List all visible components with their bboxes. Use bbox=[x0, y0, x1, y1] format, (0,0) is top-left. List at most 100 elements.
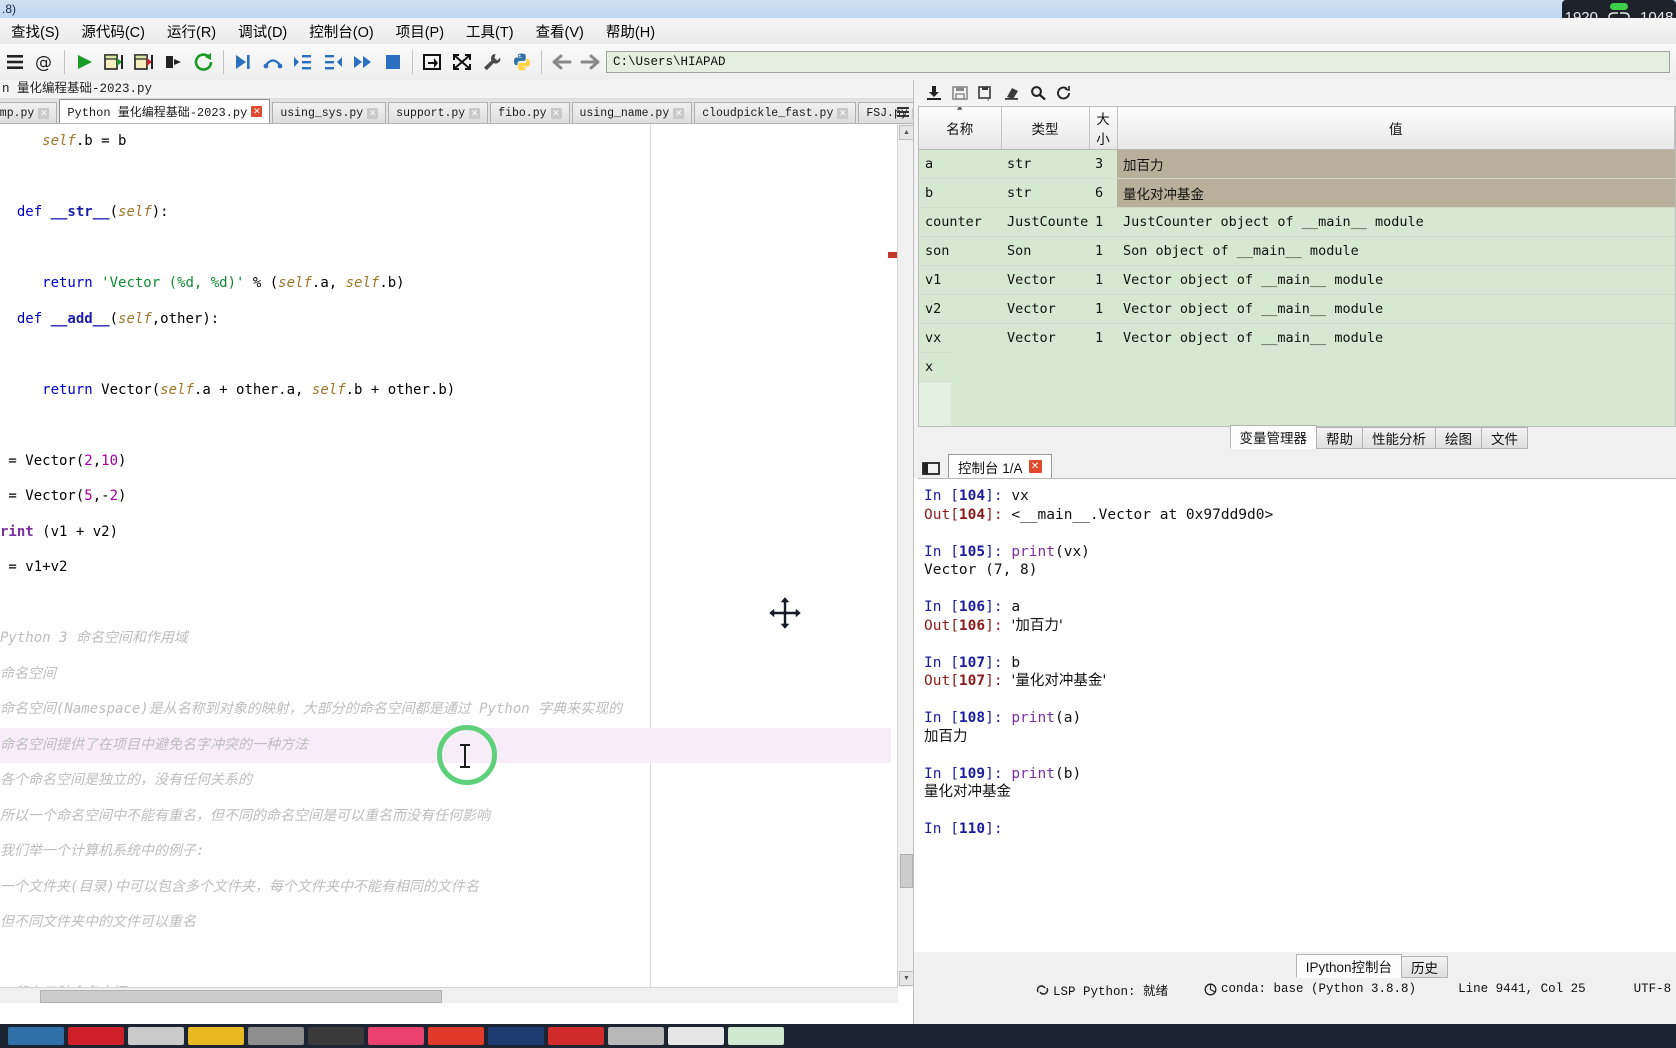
preferences-icon[interactable] bbox=[477, 47, 507, 77]
close-icon[interactable]: ✕ bbox=[837, 107, 849, 119]
taskbar-item[interactable] bbox=[488, 1027, 544, 1045]
close-icon[interactable]: ✕ bbox=[38, 107, 50, 119]
lsp-status[interactable]: LSP Python: 就绪 bbox=[1036, 980, 1168, 999]
editor-tab-using-sys[interactable]: using_sys.py ✕ bbox=[272, 102, 387, 123]
menu-project[interactable]: 项目(P) bbox=[385, 19, 455, 44]
close-icon[interactable]: ✕ bbox=[469, 107, 481, 119]
debug-file-icon[interactable] bbox=[228, 47, 258, 77]
menu-run[interactable]: 运行(R) bbox=[156, 19, 227, 44]
continue-icon[interactable] bbox=[348, 47, 378, 77]
scroll-up-icon[interactable]: ▲ bbox=[899, 125, 913, 140]
editor-tab-fibo[interactable]: fibo.py ✕ bbox=[490, 102, 570, 123]
taskbar-item[interactable] bbox=[668, 1027, 724, 1045]
refresh-icon[interactable] bbox=[1052, 82, 1076, 104]
step-over-icon[interactable] bbox=[258, 47, 288, 77]
error-marker[interactable] bbox=[888, 252, 897, 258]
column-header-type[interactable]: 类型 bbox=[1001, 107, 1090, 150]
scrollbar-thumb[interactable] bbox=[900, 854, 913, 888]
variable-table-container[interactable]: 名称 类型 大小 值 a str 3 加百力 b str bbox=[918, 106, 1676, 427]
console-output[interactable]: In [104]: vx Out[104]: <__main__.Vector … bbox=[918, 478, 1676, 952]
tab-history[interactable]: 历史 bbox=[1401, 956, 1448, 978]
editor-tab-python-quant[interactable]: Python 量化编程基础-2023.py ✕ bbox=[59, 99, 271, 123]
python-path-icon[interactable] bbox=[507, 47, 537, 77]
conda-status-label: conda: base (Python 3.8.8) bbox=[1221, 982, 1417, 996]
close-icon[interactable]: ✕ bbox=[673, 107, 685, 119]
code-scroll-area[interactable]: self.b = b def __str__(self): return 'Ve… bbox=[0, 124, 913, 1003]
table-row[interactable]: vx Vector 1 Vector object of __main__ mo… bbox=[919, 323, 1675, 353]
menu-help[interactable]: 帮助(H) bbox=[595, 19, 666, 44]
table-row[interactable]: son Son 1 Son object of __main__ module bbox=[919, 236, 1675, 266]
step-return-icon[interactable] bbox=[318, 47, 348, 77]
arrow-forward-icon[interactable] bbox=[576, 47, 606, 77]
close-icon[interactable]: ✕ bbox=[550, 107, 562, 119]
taskbar-item[interactable] bbox=[308, 1027, 364, 1045]
stop-icon[interactable] bbox=[378, 47, 408, 77]
save-session-icon[interactable] bbox=[417, 47, 447, 77]
working-directory-input[interactable]: C:\Users\HIAPAD bbox=[606, 51, 1670, 73]
table-row[interactable]: counter JustCounter 1 JustCounter object… bbox=[919, 207, 1675, 237]
taskbar-item[interactable] bbox=[248, 1027, 304, 1045]
editor-vertical-scrollbar[interactable]: ▲ ▼ bbox=[897, 124, 913, 987]
editor-tab-temp[interactable]: temp.py ✕ bbox=[0, 102, 58, 123]
tab-ipython-console[interactable]: IPython控制台 bbox=[1295, 954, 1402, 978]
run-file-icon[interactable] bbox=[69, 47, 99, 77]
run-cell-advance-icon[interactable] bbox=[129, 47, 159, 77]
menu-find[interactable]: 查找(S) bbox=[0, 19, 70, 44]
tab-list-menu-icon[interactable] bbox=[895, 104, 911, 120]
import-data-icon[interactable] bbox=[922, 82, 946, 104]
tab-profiler[interactable]: 性能分析 bbox=[1362, 427, 1436, 449]
maximize-pane-icon[interactable] bbox=[447, 47, 477, 77]
taskbar-item[interactable] bbox=[8, 1027, 64, 1045]
run-cell-icon[interactable] bbox=[99, 47, 129, 77]
menu-console[interactable]: 控制台(O) bbox=[298, 19, 384, 44]
menu-tools[interactable]: 工具(T) bbox=[455, 19, 525, 44]
close-icon[interactable]: ✕ bbox=[367, 107, 379, 119]
column-header-value[interactable]: 值 bbox=[1117, 107, 1675, 150]
save-data-icon[interactable] bbox=[948, 82, 972, 104]
table-row[interactable]: b str 6 量化对冲基金 bbox=[919, 178, 1675, 208]
taskbar-item[interactable] bbox=[728, 1027, 784, 1045]
column-header-size[interactable]: 大小 bbox=[1089, 107, 1118, 150]
taskbar-item[interactable] bbox=[68, 1027, 124, 1045]
close-icon[interactable]: ✕ bbox=[1028, 460, 1042, 473]
save-as-icon[interactable]: , bbox=[974, 82, 998, 104]
tab-variable-explorer[interactable]: 变量管理器 bbox=[1229, 425, 1317, 449]
taskbar-item[interactable] bbox=[548, 1027, 604, 1045]
dock-pane-icon[interactable] bbox=[920, 458, 942, 478]
at-icon[interactable]: @ bbox=[30, 47, 60, 77]
scrollbar-thumb[interactable] bbox=[40, 990, 442, 1003]
step-into-icon[interactable] bbox=[288, 47, 318, 77]
run-selection-icon[interactable] bbox=[159, 47, 189, 77]
editor-tab-cloudpickle-fast[interactable]: cloudpickle_fast.py ✕ bbox=[694, 102, 857, 123]
menu-debug[interactable]: 调试(D) bbox=[227, 19, 298, 44]
list-icon[interactable] bbox=[0, 47, 30, 77]
console-tab-1[interactable]: 控制台 1/A ✕ bbox=[948, 454, 1052, 478]
conda-status[interactable]: conda: base (Python 3.8.8) bbox=[1204, 982, 1416, 996]
menu-view[interactable]: 查看(V) bbox=[525, 19, 595, 44]
table-row[interactable]: a str 3 加百力 bbox=[919, 149, 1675, 179]
editor-tab-using-name[interactable]: using_name.py ✕ bbox=[571, 102, 693, 123]
arrow-back-icon[interactable] bbox=[546, 47, 576, 77]
taskbar-item[interactable] bbox=[428, 1027, 484, 1045]
table-row[interactable]: v1 Vector 1 Vector object of __main__ mo… bbox=[919, 265, 1675, 295]
taskbar-item[interactable] bbox=[368, 1027, 424, 1045]
tab-plots[interactable]: 绘图 bbox=[1435, 427, 1482, 449]
close-icon[interactable]: ✕ bbox=[251, 106, 263, 117]
editor-tab-support[interactable]: support.py ✕ bbox=[388, 102, 489, 123]
tab-help[interactable]: 帮助 bbox=[1316, 427, 1363, 449]
code-text[interactable]: self.b = b def __str__(self): return 'Ve… bbox=[0, 124, 891, 987]
search-icon[interactable] bbox=[1026, 82, 1050, 104]
rerun-icon[interactable] bbox=[189, 47, 219, 77]
scroll-down-icon[interactable]: ▼ bbox=[899, 971, 913, 986]
column-header-name[interactable]: 名称 bbox=[919, 107, 1002, 150]
encoding-status[interactable]: UTF-8 bbox=[1634, 982, 1672, 996]
menu-source[interactable]: 源代码(C) bbox=[70, 19, 156, 44]
taskbar-item[interactable] bbox=[608, 1027, 664, 1045]
taskbar-item[interactable] bbox=[128, 1027, 184, 1045]
editor-horizontal-scrollbar[interactable] bbox=[0, 987, 898, 1003]
taskbar-item[interactable] bbox=[188, 1027, 244, 1045]
tab-files[interactable]: 文件 bbox=[1481, 427, 1528, 449]
close-icon[interactable]: ✕ bbox=[911, 107, 913, 119]
table-row[interactable]: v2 Vector 1 Vector object of __main__ mo… bbox=[919, 294, 1675, 324]
clear-icon[interactable] bbox=[1000, 82, 1024, 104]
